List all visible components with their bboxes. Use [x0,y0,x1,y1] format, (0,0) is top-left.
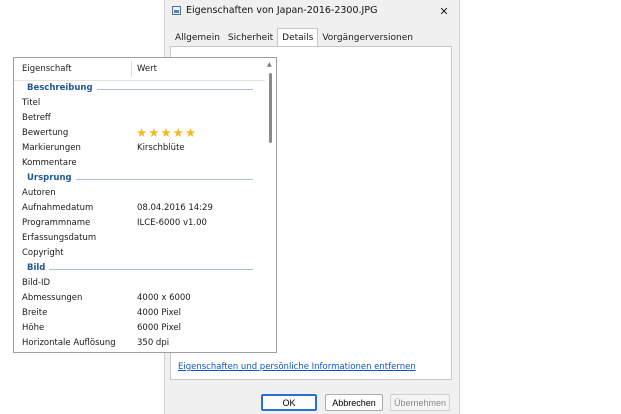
property-name: Erfassungsdatum [22,233,97,243]
group-title: Bild [27,263,46,273]
property-row[interactable]: Kommentare [14,156,264,171]
list-header: Eigenschaft Wert [14,58,276,81]
star-icon[interactable]: ★ [173,125,185,140]
property-name: Titel [22,98,41,108]
property-name: Aufnahmedatum [22,203,94,213]
scroll-up-arrow-icon[interactable]: ▲ [267,61,272,68]
property-row[interactable]: Betreff [14,111,264,126]
property-row[interactable]: Autoren [14,186,264,201]
star-icon[interactable]: ★ [185,125,197,140]
property-value[interactable]: 4000 x 6000 [137,293,191,303]
property-value[interactable]: 350 dpi [137,338,169,348]
star-icon[interactable]: ★ [148,125,160,140]
property-row[interactable]: Titel [14,96,264,111]
property-name: Copyright [22,248,64,258]
close-icon[interactable]: ✕ [435,2,453,20]
property-name: Programmname [22,218,91,228]
star-icon[interactable]: ★ [160,125,172,140]
group-header-ursprung[interactable]: Ursprung [14,171,264,186]
property-row[interactable]: Höhe 6000 Pixel [14,321,264,336]
tab-strip: Allgemein Sicherheit Details Vorgängerversi… [171,28,417,49]
group-title: Ursprung [27,173,72,183]
property-name: Höhe [22,323,45,333]
ok-button[interactable]: OK [261,394,317,411]
remove-properties-link[interactable]: Eigenschaften und persönliche Informatio… [178,362,416,372]
group-header-bild[interactable]: Bild [14,261,264,276]
tab-sicherheit[interactable]: Sicherheit [224,30,277,47]
property-value[interactable]: 08.04.2016 14:29 [137,203,213,213]
property-name: Betreff [22,113,51,123]
vertical-scrollbar[interactable]: ▲ [265,58,276,352]
property-list[interactable]: Eigenschaft Wert Beschreibung Titel Betref… [13,57,277,353]
property-row[interactable]: Bild-ID [14,276,264,291]
property-value[interactable]: 6000 Pixel [137,323,181,333]
property-value[interactable]: Kirschblüte [137,143,185,153]
group-divider [76,179,253,180]
property-row[interactable]: Erfassungsdatum [14,231,264,246]
group-title: Beschreibung [27,83,93,93]
tab-allgemein[interactable]: Allgemein [171,30,224,47]
property-row[interactable]: Aufnahmedatum 08.04.2016 14:29 [14,201,264,216]
property-value[interactable]: 4000 Pixel [137,308,181,318]
cancel-button[interactable]: Abbrechen [325,394,383,411]
apply-button[interactable]: Übernehmen [390,394,450,411]
column-separator[interactable] [131,61,132,77]
property-name: Breite [22,308,48,318]
property-row[interactable]: Bewertung ★★★★★ [14,125,264,141]
property-name: Markierungen [22,143,81,153]
property-name: Bild-ID [22,278,51,288]
property-value[interactable]: ILCE-6000 v1.00 [137,218,207,228]
column-header-value[interactable]: Wert [137,64,157,74]
group-divider [97,89,253,90]
property-row[interactable]: Markierungen Kirschblüte [14,141,264,156]
property-name: Autoren [22,188,56,198]
property-name: Abmessungen [22,293,83,303]
property-row[interactable]: Abmessungen 4000 x 6000 [14,291,264,306]
scroll-thumb[interactable] [269,73,272,143]
group-divider [49,269,253,270]
property-row[interactable]: Programmname ILCE-6000 v1.00 [14,216,264,231]
picture-file-icon [172,6,181,15]
property-row[interactable]: Horizontale Auflösung 350 dpi [14,336,264,351]
title-bar[interactable]: Eigenschaften von Japan-2016-2300.JPG ✕ [165,0,459,22]
property-name: Bewertung [22,128,69,138]
property-row[interactable]: Breite 4000 Pixel [14,306,264,321]
property-row[interactable]: Copyright [14,246,264,261]
property-name: Kommentare [22,158,77,168]
tab-vorgängerversionen[interactable]: Vorgängerversionen [318,30,417,47]
window-title: Eigenschaften von Japan-2016-2300.JPG [186,5,378,16]
rating-stars[interactable]: ★★★★★ [136,125,197,140]
column-header-property[interactable]: Eigenschaft [22,64,72,74]
group-header-beschreibung[interactable]: Beschreibung [14,81,264,96]
star-icon[interactable]: ★ [136,125,148,140]
property-name: Horizontale Auflösung [22,338,116,348]
